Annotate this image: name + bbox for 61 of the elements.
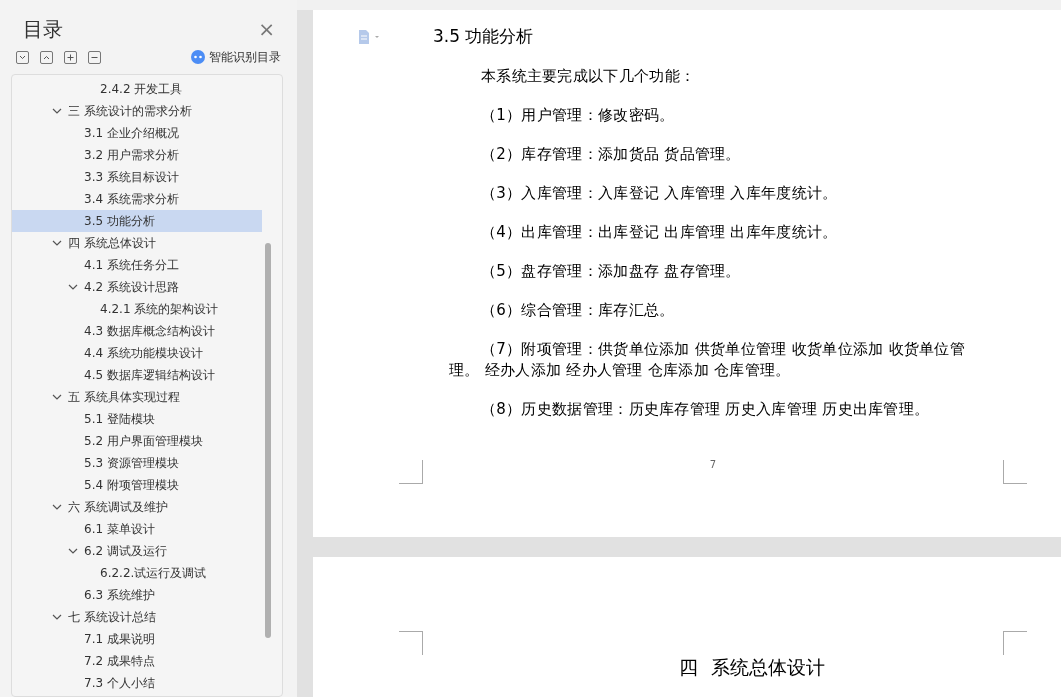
toc-item[interactable]: 四 系统总体设计 [12, 232, 262, 254]
toc-item[interactable]: 6.1 菜单设计 [12, 518, 262, 540]
toc-item[interactable]: 4.1 系统任务分工 [12, 254, 262, 276]
body-paragraph: 本系统主要完成以下几个功能： [480, 65, 697, 87]
toc-item[interactable]: 4.3 数据库概念结构设计 [12, 320, 262, 342]
toc-item[interactable]: 5.2 用户界面管理模块 [12, 430, 262, 452]
section-heading: 3.5 功能分析 [433, 25, 534, 48]
chapter-heading: 四 系统总体设计 [679, 655, 825, 680]
toc-item[interactable]: 3.4 系统需求分析 [12, 188, 262, 210]
toc-item[interactable]: 3.2 用户需求分析 [12, 144, 262, 166]
add-button[interactable] [64, 50, 77, 64]
toc-item[interactable]: 6.2.2.试运行及调试 [12, 562, 262, 584]
toc-item[interactable]: 4.2.1 系统的架构设计 [12, 298, 262, 320]
page-number: 7 [709, 458, 717, 472]
margin-corner-mark [399, 631, 423, 655]
toc-item[interactable]: 2.4.2 开发工具 [12, 78, 262, 100]
toc-item[interactable]: 6.3 系统维护 [12, 584, 262, 606]
margin-corner-mark [1003, 460, 1027, 484]
toc-item[interactable]: 6.2 调试及运行 [12, 540, 262, 562]
chevron-down-icon[interactable] [52, 504, 62, 510]
body-paragraph: （6）综合管理：库存汇总。 [480, 299, 676, 321]
toc-item[interactable]: 5.1 登陆模块 [12, 408, 262, 430]
toc-item[interactable]: 4.2 系统设计思路 [12, 276, 262, 298]
remove-button[interactable] [88, 50, 101, 64]
smart-toc-button[interactable]: 智能识别目录 [191, 48, 281, 66]
toc-item[interactable]: 7.1 成果说明 [12, 628, 262, 650]
body-paragraph: （1）用户管理：修改密码。 [480, 104, 676, 126]
toc-item[interactable]: 4.4 系统功能模块设计 [12, 342, 262, 364]
toc-item[interactable]: 3.3 系统目标设计 [12, 166, 262, 188]
chevron-down-icon[interactable] [52, 394, 62, 400]
toc-item[interactable]: 5.4 附项管理模块 [12, 474, 262, 496]
toc-item[interactable]: 五 系统具体实现过程 [12, 386, 262, 408]
chevron-down-icon[interactable] [68, 284, 78, 290]
scrollbar-thumb[interactable] [265, 243, 271, 638]
chevron-down-icon[interactable] [52, 240, 62, 246]
toc-item[interactable]: 4.5 数据库逻辑结构设计 [12, 364, 262, 386]
chevron-down-icon[interactable] [52, 614, 62, 620]
toc-item[interactable]: 六 系统调试及维护 [12, 496, 262, 518]
body-paragraph: （2）库存管理：添加货品 货品管理。 [480, 143, 742, 165]
toc-item[interactable]: 7.3 个人小结 [12, 672, 262, 694]
body-paragraph: （3）入库管理：入库登记 入库管理 入库年度统计。 [480, 182, 839, 204]
chevron-down-icon[interactable] [68, 548, 78, 554]
toc-item[interactable]: 3.1 企业介绍概况 [12, 122, 262, 144]
toc-item[interactable]: 7.2 成果特点 [12, 650, 262, 672]
body-paragraph: （4）出库管理：出库登记 出库管理 出库年度统计。 [480, 221, 839, 243]
body-paragraph: （7）附项管理：供货单位添加 供货单位管理 收货单位添加 收货单位管理。 经办人添加 经办人管理 仓库添加 仓库管理。 [449, 338, 967, 381]
robot-face-icon [191, 50, 205, 64]
collapse-all-button[interactable] [16, 50, 29, 64]
toc-item[interactable]: 5.3 资源管理模块 [12, 452, 262, 474]
toc-item[interactable]: 三 系统设计的需求分析 [12, 100, 262, 122]
toc-item[interactable]: 3.5 功能分析 [12, 210, 262, 232]
expand-up-button[interactable] [40, 50, 53, 64]
toc-item[interactable]: 七 系统设计总结 [12, 606, 262, 628]
sidebar-title: 目录 [23, 16, 63, 43]
close-button[interactable]: × [258, 19, 275, 39]
plus-icon [66, 52, 75, 62]
body-paragraph: （5）盘存管理：添加盘存 盘存管理。 [480, 260, 742, 282]
body-paragraph: （8）历史数据管理：历史库存管理 历史入库管理 历史出库管理。 [480, 398, 931, 420]
margin-corner-mark [399, 460, 423, 484]
chevron-down-icon[interactable] [52, 108, 62, 114]
margin-corner-mark [1003, 631, 1027, 655]
